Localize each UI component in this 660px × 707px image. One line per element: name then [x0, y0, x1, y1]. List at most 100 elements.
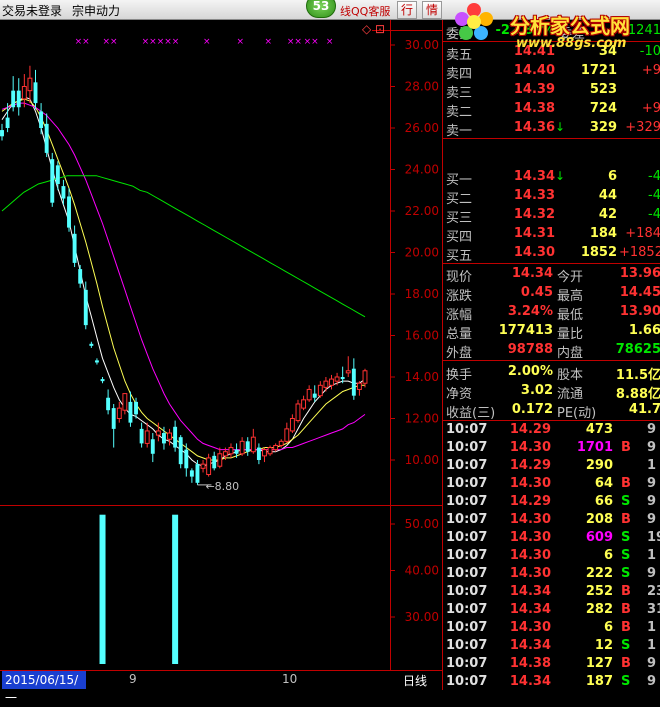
down-arrow-icon: ↓ [555, 169, 566, 183]
bid-row[interactable]: 买四 14.31 184 +184 [443, 225, 660, 245]
ask-price: 14.39 [513, 82, 555, 97]
candle-body [256, 447, 261, 460]
tick-row: 10:07 14.30 64 B 9 [443, 476, 660, 494]
tick-row: 10:07 14.30 1701 B 9 [443, 440, 660, 458]
signal-marker: ××××× [142, 37, 180, 47]
chart-tool-icons[interactable]: ◇ ⊡ [362, 22, 385, 36]
kline-chart-area[interactable]: 30.00 28.00 26.00 24.00 22.00 20.00 18.00 16.00… [0, 20, 442, 670]
tick-direction: S [621, 548, 631, 563]
candle-body [150, 439, 155, 454]
info-label: 现价 [446, 270, 473, 285]
candle-body [44, 123, 49, 153]
info-value: 78625 [615, 342, 660, 357]
tick-row: 10:07 14.29 66 S 9 [443, 494, 660, 512]
candle-body [178, 437, 183, 465]
info-label: 最高 [557, 289, 584, 304]
bid-change: +184 [625, 226, 660, 241]
info-value: 177413 [498, 323, 553, 338]
tick-direction: S [621, 494, 631, 509]
tick-count: 31 [647, 602, 660, 617]
ask-row[interactable]: 卖四 14.40 1721 +9 [443, 62, 660, 82]
bid-price: 14.31 [513, 226, 555, 241]
candle-body [200, 463, 206, 469]
tick-direction: S [621, 530, 631, 545]
bid-price: 14.34 [513, 169, 555, 184]
tick-price: 14.34 [509, 674, 551, 689]
tick-price: 14.29 [509, 422, 551, 437]
tick-row: 10:07 14.29 290 1 [443, 458, 660, 476]
volume-tick-label: 30.00 [405, 610, 439, 624]
tick-price: 14.34 [509, 602, 551, 617]
bid-row[interactable]: 买五 14.30 1852 +1852 [443, 244, 660, 264]
candle-body [16, 90, 21, 108]
info-row: 净资 3.02 流通 8.88亿 [443, 382, 660, 402]
flower-logo-icon [455, 3, 493, 40]
tick-direction: S [621, 638, 631, 653]
tick-price: 14.29 [509, 494, 551, 509]
info-label: 总量 [446, 327, 473, 342]
ask-row[interactable]: 卖一 14.36 329 +329 ↓ [443, 119, 660, 139]
candle-body [334, 376, 340, 382]
quote-panel: 委比 -22.89% 委差 -1241 卖五 14.41 34 -10 卖四 1… [442, 20, 660, 690]
candle-body [234, 449, 239, 454]
candle-body [155, 430, 161, 436]
quote-button[interactable]: 行 [397, 1, 418, 19]
tick-price: 14.30 [509, 476, 551, 491]
candle-body [61, 186, 66, 199]
tick-row: 10:07 14.30 609 S 19 [443, 530, 660, 548]
separator [443, 360, 660, 361]
tick-volume: 6 [603, 620, 613, 635]
qq-service-link[interactable]: 线QQ客服 [340, 3, 390, 19]
candle-body [284, 428, 290, 442]
bid-row[interactable]: 买二 14.33 44 -4 [443, 187, 660, 207]
signal-marker: × [203, 37, 211, 47]
candle-body [356, 382, 362, 390]
candle-body [329, 378, 334, 386]
bid-label: 买一 [446, 173, 473, 188]
tick-direction: B [621, 620, 631, 635]
tick-volume: 66 [594, 494, 613, 509]
candle-body [94, 360, 99, 363]
ask-price: 14.36 [513, 120, 555, 135]
info-value: 3.02 [520, 383, 553, 398]
tick-row: 10:07 14.30 6 B 1 [443, 620, 660, 638]
tick-price: 14.38 [509, 656, 551, 671]
candle-body [289, 418, 295, 432]
price-tick-label: 24.00 [405, 163, 439, 177]
ask-price: 14.40 [513, 63, 555, 78]
period-selector[interactable]: 日线 [403, 672, 427, 689]
candle-body [351, 368, 356, 396]
tick-direction: B [621, 512, 631, 527]
candle-body [222, 451, 228, 457]
price-tick-label: 22.00 [405, 204, 439, 218]
candle-body [67, 196, 71, 228]
ask-row[interactable]: 卖二 14.38 724 +9 [443, 100, 660, 120]
watermark-logo: 分析家公式网 www.88gs.com [452, 0, 660, 54]
price-tick-label: 14.00 [405, 370, 439, 384]
tick-time: 10:07 [446, 602, 488, 617]
info-label: PE(动) [557, 406, 597, 421]
notification-badge[interactable]: 53 [306, 0, 336, 18]
signal-marker: ×× [103, 37, 118, 47]
ask-volume: 724 [589, 101, 617, 116]
ask-label: 卖二 [446, 105, 473, 120]
price-tick-label: 28.00 [405, 80, 439, 94]
kline-chart[interactable]: 30.00 28.00 26.00 24.00 22.00 20.00 18.00 16.00… [0, 20, 442, 670]
tick-time: 10:07 [446, 566, 488, 581]
info-value: 0.172 [511, 402, 553, 417]
bid-volume: 184 [589, 226, 617, 241]
volume-tick-label: 50.00 [405, 517, 439, 531]
candle-body [317, 384, 323, 397]
info-button[interactable]: 情 [422, 1, 443, 19]
tick-count: 1 [647, 620, 657, 635]
tick-time: 10:07 [446, 620, 488, 635]
candle-body [312, 393, 317, 398]
candle-body [323, 380, 329, 388]
info-value: 13.90 [619, 304, 660, 319]
candle-body [195, 464, 200, 483]
ask-row[interactable]: 卖三 14.39 523 [443, 81, 660, 101]
tick-price: 14.30 [509, 440, 551, 455]
bid-row[interactable]: 买三 14.32 42 -4 [443, 206, 660, 226]
tick-count: 9 [647, 494, 657, 509]
bid-row[interactable]: 买一 14.34 6 -4 ↓ [443, 168, 660, 188]
